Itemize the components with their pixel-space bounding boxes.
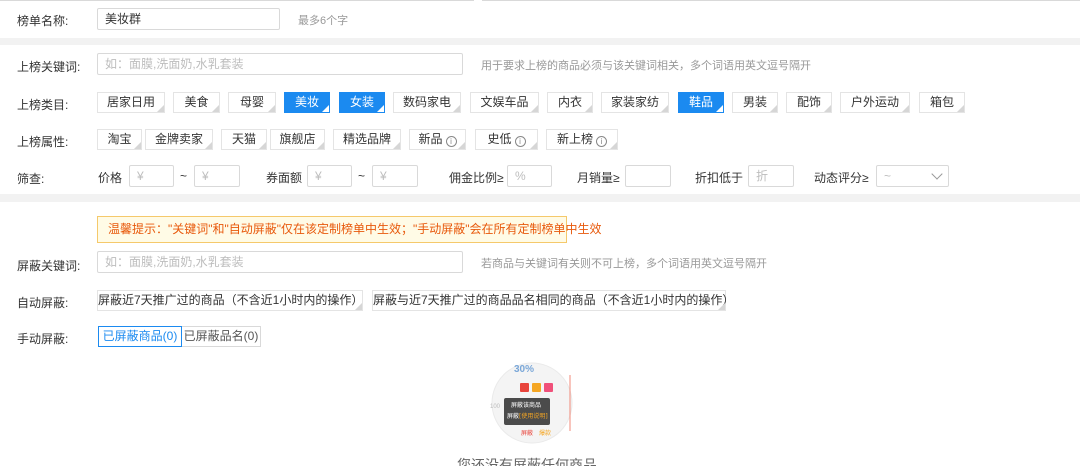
section-divider	[0, 38, 1080, 45]
info-icon: i	[445, 136, 457, 147]
attribute-chip-label: 史低	[487, 132, 512, 146]
attribute-chip-new-listed[interactable]: 新上榜 i	[546, 129, 618, 150]
attribute-chip-lowest[interactable]: 史低 i	[475, 129, 538, 150]
keyword-input[interactable]: 如：面膜,洗面奶,水乳套装	[97, 53, 463, 75]
auto-block-same-name[interactable]: 屏蔽与近7天推广过的商品品名相同的商品（不含近1小时内的操作）	[372, 290, 734, 311]
empty-state-illustration: 30% 100 屏蔽该商品 屏蔽[使用说明] 屏蔽 爆款	[490, 362, 573, 444]
price-max-input[interactable]: ¥	[194, 165, 240, 187]
commission-label: 佣金比例≥	[449, 171, 504, 185]
chevron-down-icon	[931, 168, 943, 180]
manual-block-label: 手动屏蔽:	[17, 332, 69, 346]
coupon-label: 券面额	[266, 171, 303, 185]
category-chip-selected[interactable]: 美妆	[284, 92, 330, 113]
attribute-chip[interactable]: 精选品牌	[333, 129, 401, 150]
info-icon: i	[596, 136, 607, 147]
illus-tile-red	[520, 383, 529, 392]
tab-blocked-items[interactable]: 已屏蔽商品(0)	[98, 326, 182, 347]
category-chip[interactable]: 男装	[732, 92, 778, 113]
monthly-sales-label: 月销量≥	[577, 171, 620, 185]
coupon-tilde: ~	[358, 169, 366, 183]
attribute-chip[interactable]: 淘宝	[97, 129, 142, 150]
coupon-max-input[interactable]: ¥	[372, 165, 418, 187]
illus-foot-1: 屏蔽	[521, 429, 533, 437]
rating-label: 动态评分≥	[814, 171, 869, 185]
category-chip[interactable]: 配饰	[786, 92, 832, 113]
attribute-chip[interactable]: 天猫	[221, 129, 267, 150]
attribute-chip-label: 新上榜	[556, 132, 593, 146]
category-chip-selected[interactable]: 女装	[339, 92, 385, 113]
category-chip[interactable]: 母婴	[228, 92, 276, 113]
illus-foot-2: 爆款	[539, 429, 551, 437]
price-min-input[interactable]: ¥	[129, 165, 174, 187]
category-chip[interactable]: 内衣	[547, 92, 593, 113]
category-chip[interactable]: 文娱车品	[470, 92, 539, 113]
attribute-chip-new[interactable]: 新品 i	[409, 129, 466, 150]
category-chip[interactable]: 户外运动	[840, 92, 910, 113]
top-border	[0, 0, 1080, 1]
attribute-chip-label: 新品	[418, 132, 443, 146]
top-border-gap	[474, 0, 482, 2]
auto-block-label: 自动屏蔽:	[17, 296, 69, 310]
list-name-label: 榜单名称:	[17, 14, 69, 28]
discount-input[interactable]: 折	[748, 165, 794, 187]
block-keyword-label: 屏蔽关键词:	[17, 259, 81, 273]
price-label: 价格	[98, 171, 123, 185]
list-name-hint: 最多6个字	[298, 15, 349, 27]
section-divider	[0, 194, 1080, 202]
category-chip[interactable]: 家装家纺	[601, 92, 669, 113]
notice-banner: 温馨提示："关键词"和"自动屏蔽"仅在该定制榜单中生效；"手动屏蔽"会在所有定制…	[97, 216, 602, 243]
category-chip-selected[interactable]: 鞋品	[678, 92, 724, 113]
category-chip[interactable]: 箱包	[919, 92, 965, 113]
attribute-label: 上榜属性:	[17, 135, 69, 149]
auto-block-recent-promoted[interactable]: 屏蔽近7天推广过的商品（不含近1小时内的操作）	[97, 290, 363, 311]
price-tilde: ~	[180, 169, 188, 183]
attribute-chip[interactable]: 旗舰店	[270, 129, 325, 150]
illus-tooltip-title: 屏蔽该商品	[511, 401, 541, 409]
monthly-sales-input[interactable]	[625, 165, 671, 187]
info-icon: i	[514, 136, 526, 147]
illus-number: 100	[490, 404, 501, 410]
category-chip[interactable]: 数码家电	[393, 92, 461, 113]
coupon-min-input[interactable]: ¥	[307, 165, 352, 187]
illus-tooltip-sub: 屏蔽	[507, 412, 519, 420]
discount-label: 折扣低于	[695, 171, 744, 185]
illus-tile-orange	[532, 383, 541, 392]
block-keyword-hint: 若商品与关键词有关则不可上榜，多个词语用英文逗号隔开	[481, 258, 767, 270]
illus-percent: 30%	[514, 364, 534, 375]
commission-input[interactable]: %	[507, 165, 552, 187]
category-label: 上榜类目:	[17, 98, 69, 112]
rating-select-value: ~	[884, 169, 892, 183]
svg-text:屏蔽[使用说明]: 屏蔽[使用说明]	[507, 412, 548, 420]
category-chip[interactable]: 美食	[173, 92, 220, 113]
keyword-label: 上榜关键词:	[17, 60, 81, 74]
attribute-chip[interactable]: 金牌卖家	[145, 129, 213, 150]
rating-select[interactable]: ~	[876, 165, 949, 187]
keyword-hint: 用于要求上榜的商品必须与该关键词相关，多个词语用英文逗号隔开	[481, 60, 811, 72]
list-name-input[interactable]: 美妆群	[97, 8, 280, 30]
illus-tile-pink	[544, 383, 553, 392]
filter-label: 筛查:	[17, 172, 45, 186]
category-chip[interactable]: 居家日用	[97, 92, 165, 113]
tab-blocked-names[interactable]: 已屏蔽品名(0)	[181, 326, 261, 347]
illus-tooltip-link: [使用说明]	[519, 412, 548, 420]
block-keyword-input[interactable]: 如：面膜,洗面奶,水乳套装	[97, 251, 463, 273]
empty-state-message: 您还没有屏蔽任何商品	[457, 457, 597, 466]
